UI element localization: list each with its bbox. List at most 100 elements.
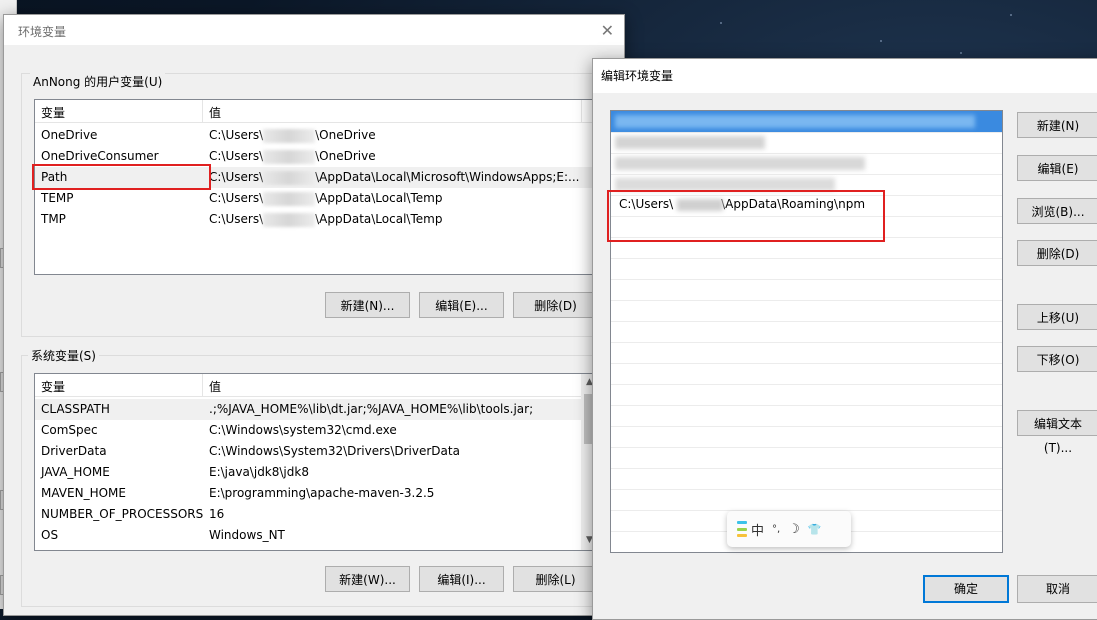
list-item[interactable]: [611, 405, 1002, 427]
user-new-button[interactable]: 新建(N)...: [325, 292, 410, 318]
ime-mode-toggle[interactable]: 中: [751, 520, 764, 539]
delete-entry-button[interactable]: 删除(D): [1017, 240, 1097, 266]
list-item[interactable]: TEMP C:\Users\ \AppData\Local\Temp: [35, 188, 595, 209]
background-star: [720, 22, 722, 24]
env-variables-window: 环境变量 ✕ AnNong 的用户变量(U) 变量 值 OneDrive C:\…: [3, 14, 625, 616]
variable-name: OS: [41, 528, 59, 542]
system-delete-button[interactable]: 删除(L): [513, 566, 598, 592]
redacted-entry: [615, 157, 865, 170]
edit-text-button[interactable]: 编辑文本(T)...: [1017, 410, 1097, 455]
redacted-username: [263, 129, 315, 143]
list-item[interactable]: [611, 426, 1002, 448]
system-new-button[interactable]: 新建(W)...: [325, 566, 410, 592]
edit-entry-button[interactable]: 编辑(E): [1017, 155, 1097, 181]
variable-name: Path: [41, 170, 68, 184]
variable-value: E:\java\jdk8\jdk8: [209, 465, 309, 479]
system-edit-button[interactable]: 编辑(I)...: [419, 566, 504, 592]
variable-name: JAVA_HOME: [41, 465, 110, 479]
window-title: 环境变量: [18, 25, 67, 39]
list-item[interactable]: DriverData C:\Windows\System32\Drivers\Dr…: [35, 441, 598, 462]
list-item[interactable]: [611, 300, 1002, 322]
list-item[interactable]: [611, 279, 1002, 301]
title-bar: 编辑环境变量: [593, 59, 1097, 93]
system-variables-list[interactable]: 变量 值 CLASSPATH .;%JAVA_HOME%\lib\dt.jar;%…: [34, 373, 599, 551]
list-item-npm[interactable]: C:\Users\ \AppData\Roaming\npm: [611, 195, 1002, 217]
redacted-entry: [615, 136, 765, 149]
list-item-selected[interactable]: [611, 111, 1002, 133]
redacted-username: [263, 171, 315, 185]
user-variables-label: AnNong 的用户变量(U): [30, 73, 166, 90]
list-item[interactable]: [611, 384, 1002, 406]
move-up-button[interactable]: 上移(U): [1017, 304, 1097, 330]
skin-shirt-icon[interactable]: 👕: [808, 523, 822, 536]
new-entry-button[interactable]: 新建(N): [1017, 112, 1097, 138]
column-header-variable[interactable]: 变量: [41, 104, 65, 121]
variable-value: 16: [209, 507, 225, 521]
user-variables-list[interactable]: 变量 值 OneDrive C:\Users\ \OneDrive OneDriv…: [34, 99, 596, 275]
path-entries-list[interactable]: C:\Users\ \AppData\Roaming\npm: [610, 110, 1003, 553]
redacted-username: [677, 199, 723, 211]
list-item[interactable]: [611, 489, 1002, 511]
redacted-entry: [615, 178, 835, 191]
variable-name: DriverData: [41, 444, 107, 458]
variable-value: C:\Users\ \AppData\Local\Temp: [209, 212, 443, 226]
variable-value: E:\programming\apache-maven-3.2.5: [209, 486, 435, 500]
move-down-button[interactable]: 下移(O): [1017, 346, 1097, 372]
list-header: 变量 值: [35, 100, 595, 123]
list-item[interactable]: [611, 258, 1002, 280]
column-header-value[interactable]: 值: [209, 378, 221, 395]
list-item[interactable]: [611, 237, 1002, 259]
column-header-value[interactable]: 值: [209, 104, 221, 121]
redacted-username: [263, 213, 315, 227]
ime-logo-icon: [737, 521, 747, 537]
cancel-button[interactable]: 取消: [1017, 575, 1097, 603]
list-item[interactable]: [611, 132, 1002, 154]
list-item[interactable]: OneDriveConsumer C:\Users\ \OneDrive: [35, 146, 595, 167]
variable-name: OneDrive: [41, 128, 98, 142]
browse-button[interactable]: 浏览(B)...: [1017, 198, 1097, 224]
edit-env-variable-window: 编辑环境变量 C:\Users\ \AppData\Roaming\npm 中 …: [592, 58, 1097, 620]
list-item[interactable]: [611, 342, 1002, 364]
column-header-variable[interactable]: 变量: [41, 378, 65, 395]
ime-toolbar[interactable]: 中 °, ☽ 👕: [727, 511, 851, 547]
close-icon[interactable]: ✕: [601, 21, 614, 40]
variable-value: C:\Users\ \AppData\Local\Temp: [209, 191, 443, 205]
list-item[interactable]: [611, 153, 1002, 175]
background-star: [960, 52, 962, 54]
list-item[interactable]: [611, 321, 1002, 343]
ok-button[interactable]: 确定: [923, 575, 1009, 603]
punctuation-icon[interactable]: °,: [772, 524, 780, 535]
list-item[interactable]: JAVA_HOME E:\java\jdk8\jdk8: [35, 462, 598, 483]
list-item[interactable]: OneDrive C:\Users\ \OneDrive: [35, 125, 595, 146]
list-item[interactable]: [611, 468, 1002, 490]
window-title: 编辑环境变量: [601, 69, 674, 83]
variable-name: NUMBER_OF_PROCESSORS: [41, 507, 204, 521]
variable-value: .;%JAVA_HOME%\lib\dt.jar;%JAVA_HOME%\lib…: [209, 402, 534, 416]
list-item[interactable]: ComSpec C:\Windows\system32\cmd.exe: [35, 420, 598, 441]
list-item[interactable]: [611, 447, 1002, 469]
list-item[interactable]: TMP C:\Users\ \AppData\Local\Temp: [35, 209, 595, 230]
list-item[interactable]: NUMBER_OF_PROCESSORS 16: [35, 504, 598, 525]
list-item-path-selected[interactable]: Path C:\Users\ \AppData\Local\Microsoft\W…: [35, 167, 595, 188]
list-item[interactable]: CLASSPATH .;%JAVA_HOME%\lib\dt.jar;%JAVA_…: [35, 399, 598, 420]
list-item[interactable]: [611, 363, 1002, 385]
list-item[interactable]: OS Windows_NT: [35, 525, 598, 546]
user-edit-button[interactable]: 编辑(E)...: [419, 292, 504, 318]
variable-name: OneDriveConsumer: [41, 149, 159, 163]
system-variables-label: 系统变量(S): [28, 347, 99, 364]
halfwidth-moon-icon[interactable]: ☽: [788, 522, 800, 537]
list-item[interactable]: [611, 216, 1002, 238]
list-item[interactable]: MAVEN_HOME E:\programming\apache-maven-3.…: [35, 483, 598, 504]
list-header: 变量 值: [35, 374, 598, 397]
column-divider: [202, 374, 203, 396]
variable-value: C:\Windows\system32\cmd.exe: [209, 423, 397, 437]
column-divider: [581, 100, 582, 122]
list-item[interactable]: [611, 174, 1002, 196]
redacted-username: [263, 150, 315, 164]
variable-name: ComSpec: [41, 423, 98, 437]
background-star: [1010, 14, 1012, 16]
user-delete-button[interactable]: 删除(D): [513, 292, 598, 318]
variable-name: TMP: [41, 212, 66, 226]
path-entry-text: C:\Users\ \AppData\Roaming\npm: [619, 197, 866, 211]
variable-name: TEMP: [41, 191, 74, 205]
